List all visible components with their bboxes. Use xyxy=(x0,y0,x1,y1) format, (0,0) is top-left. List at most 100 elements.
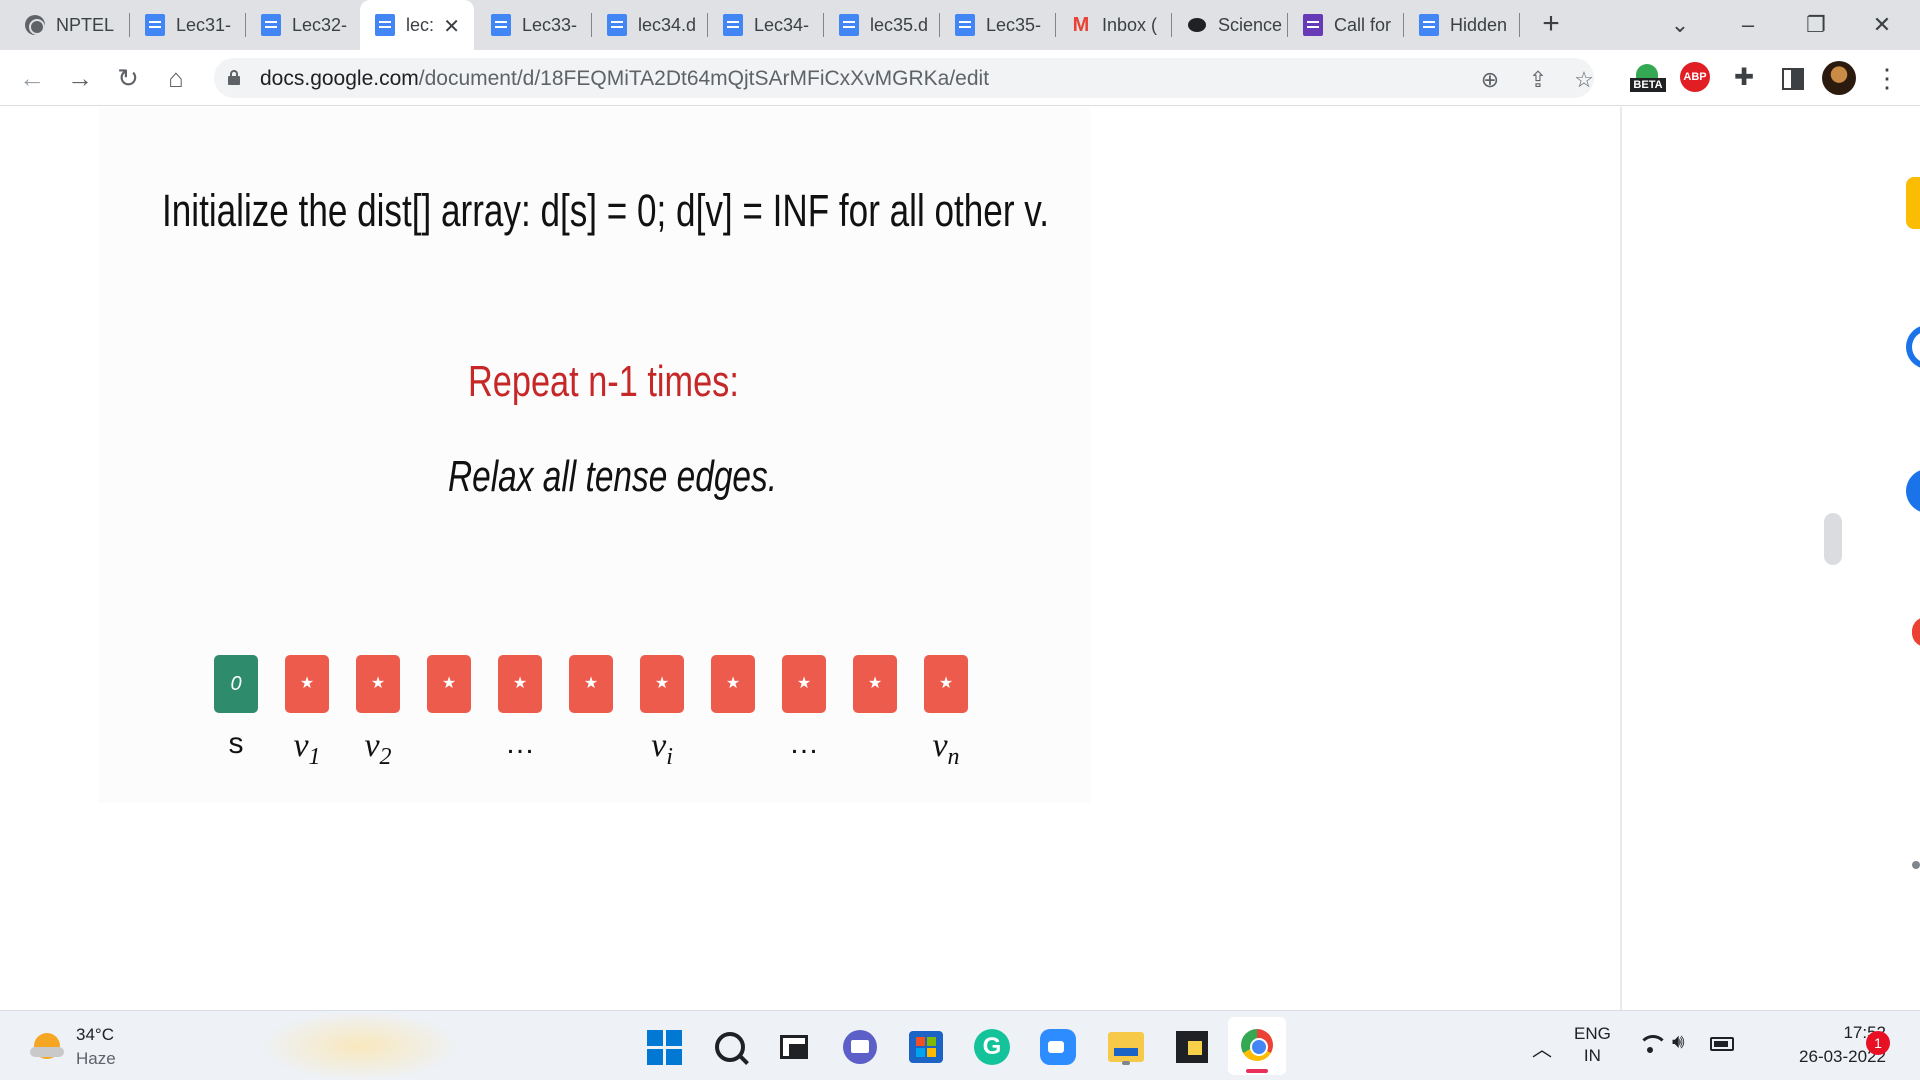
zoom-icon[interactable]: ⊕ xyxy=(1476,66,1504,94)
grammarly-icon: G xyxy=(974,1029,1010,1065)
tab-search-chevron-icon[interactable]: ⌄ xyxy=(1660,8,1700,42)
docs-icon xyxy=(722,14,744,36)
document-page: Initialize the dist[] array: d[s] = 0; d… xyxy=(0,107,1920,1010)
docs-icon xyxy=(490,14,512,36)
vertex-label-sub: 1 xyxy=(308,743,321,770)
tab-label: Hidden xyxy=(1450,14,1508,35)
language-code: ENG xyxy=(1574,1024,1611,1043)
weather-description[interactable]: Haze xyxy=(76,1049,116,1069)
beta-extension-icon[interactable]: BETA xyxy=(1630,62,1666,94)
back-icon[interactable]: ← xyxy=(16,62,48,94)
minimize-icon[interactable]: – xyxy=(1728,8,1768,42)
dist-cell: ★ xyxy=(711,655,755,713)
tab-lec35d[interactable]: lec35.d xyxy=(824,0,940,50)
tab-lec33[interactable]: Lec33- xyxy=(476,0,592,50)
restore-icon[interactable]: ❐ xyxy=(1796,8,1836,42)
extensions-puzzle-icon[interactable]: ✚ xyxy=(1728,62,1760,94)
dist-cell: ★ xyxy=(640,655,684,713)
docs-icon xyxy=(260,14,282,36)
close-tab-icon[interactable]: ✕ xyxy=(443,14,460,39)
clock-date[interactable]: 26-03-2022 xyxy=(1752,1047,1886,1067)
tab-active-doc[interactable]: lec: ✕ xyxy=(360,0,474,50)
tasks-side-icon[interactable] xyxy=(1906,469,1920,513)
docs-icon xyxy=(954,14,976,36)
bookmark-star-icon[interactable]: ☆ xyxy=(1570,66,1598,94)
chrome-icon xyxy=(1241,1029,1273,1061)
file-explorer-button[interactable] xyxy=(1106,1027,1146,1067)
windows-logo-icon xyxy=(646,1029,682,1065)
sticky-notes-button[interactable] xyxy=(1172,1027,1212,1067)
adblock-plus-icon[interactable]: ABP xyxy=(1680,62,1710,92)
vertex-label-base: v xyxy=(932,727,948,764)
vertex-label-s: s xyxy=(228,727,244,760)
tab-lec35[interactable]: Lec35- xyxy=(940,0,1056,50)
forward-icon[interactable]: → xyxy=(64,62,96,94)
side-panel-dot xyxy=(1912,861,1920,869)
close-window-icon[interactable]: ✕ xyxy=(1862,8,1902,42)
tab-call-for[interactable]: Call for xyxy=(1288,0,1404,50)
calendar-side-icon[interactable] xyxy=(1906,325,1920,369)
chrome-taskbar-button[interactable] xyxy=(1228,1017,1286,1075)
tab-hidden[interactable]: Hidden xyxy=(1404,0,1520,50)
new-tab-button[interactable]: + xyxy=(1534,8,1568,42)
vertex-label-vn: vn xyxy=(924,727,968,771)
tab-nptel[interactable]: NPTEL xyxy=(10,0,130,50)
tab-lec34[interactable]: Lec34- xyxy=(708,0,824,50)
notification-badge[interactable]: 1 xyxy=(1866,1031,1890,1055)
keep-side-icon[interactable] xyxy=(1906,177,1920,229)
show-hidden-icons-chevron[interactable]: ︿ xyxy=(1532,1033,1552,1062)
beta-label: BETA xyxy=(1630,78,1666,92)
search-button[interactable] xyxy=(710,1027,750,1067)
browser-toolbar: ← → ↻ ⌂ docs.google.com/document/d/18FEQ… xyxy=(0,50,1920,106)
maps-side-icon[interactable] xyxy=(1912,617,1920,647)
more-menu-icon[interactable]: ⋮ xyxy=(1874,62,1900,94)
tab-lec32[interactable]: Lec32- xyxy=(246,0,362,50)
task-view-button[interactable] xyxy=(774,1027,814,1067)
reload-icon[interactable]: ↻ xyxy=(112,62,144,94)
docs-icon xyxy=(838,14,860,36)
url-text[interactable]: docs.google.com/document/d/18FEQMiTA2Dt6… xyxy=(260,67,989,91)
profile-avatar[interactable] xyxy=(1822,61,1856,95)
start-button[interactable] xyxy=(644,1027,684,1067)
dist-cell: ★ xyxy=(356,655,400,713)
grammarly-button[interactable]: G xyxy=(972,1027,1012,1067)
scrollbar-thumb[interactable] xyxy=(1824,513,1842,565)
tab-label: Lec34- xyxy=(754,14,810,35)
weather-temperature[interactable]: 34°C xyxy=(76,1025,114,1045)
vertex-label-base: v xyxy=(293,727,309,764)
dist-cell: ★ xyxy=(498,655,542,713)
teams-chat-button[interactable] xyxy=(840,1027,880,1067)
globe-icon xyxy=(24,14,46,36)
battery-icon[interactable] xyxy=(1710,1037,1734,1051)
tab-label: lec34.d xyxy=(638,14,697,35)
dist-cell: ★ xyxy=(427,655,471,713)
init-statement: Initialize the dist[] array: d[s] = 0; d… xyxy=(162,185,1049,236)
volume-icon[interactable]: 🔊︎ xyxy=(1672,1031,1685,1054)
tab-label: Inbox ( xyxy=(1102,14,1158,35)
file-explorer-icon xyxy=(1108,1032,1144,1062)
tab-science[interactable]: Science xyxy=(1172,0,1288,50)
address-bar[interactable]: docs.google.com/document/d/18FEQMiTA2Dt6… xyxy=(214,58,1594,98)
store-button[interactable] xyxy=(906,1027,946,1067)
dist-cell: ★ xyxy=(782,655,826,713)
tab-label: Call for xyxy=(1334,14,1392,35)
ellipsis-label: … xyxy=(505,727,535,760)
vertex-label-v2: v2 xyxy=(356,727,400,771)
docs-icon xyxy=(1418,14,1440,36)
share-icon[interactable]: ⇪ xyxy=(1524,66,1552,94)
lock-icon[interactable] xyxy=(228,70,240,85)
tab-inbox[interactable]: M Inbox ( xyxy=(1056,0,1172,50)
tab-lec34d[interactable]: lec34.d xyxy=(592,0,708,50)
side-panel-icon[interactable] xyxy=(1776,62,1808,94)
teams-icon xyxy=(843,1030,877,1064)
dist-cell: ★ xyxy=(924,655,968,713)
zoom-app-button[interactable] xyxy=(1038,1027,1078,1067)
docs-icon xyxy=(606,14,628,36)
tab-lec31[interactable]: Lec31- xyxy=(130,0,246,50)
input-language[interactable]: ENG IN xyxy=(1574,1023,1611,1067)
forms-icon xyxy=(1302,14,1324,36)
weather-haze-icon[interactable] xyxy=(30,1031,64,1063)
tab-label: Science xyxy=(1218,14,1283,35)
wifi-icon[interactable] xyxy=(1638,1035,1668,1055)
home-icon[interactable]: ⌂ xyxy=(160,62,192,94)
